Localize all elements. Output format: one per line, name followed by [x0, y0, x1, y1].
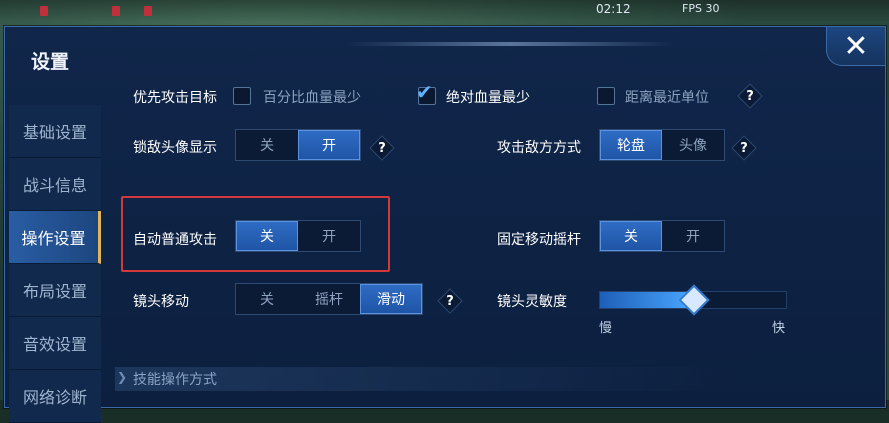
attack-mode-wheel[interactable]: 轮盘 — [600, 130, 662, 160]
camera-move-joystick[interactable]: 摇杆 — [298, 284, 360, 314]
help-icon[interactable]: ? — [740, 86, 760, 106]
camera-move-toggle: 关 摇杆 滑动 — [235, 283, 423, 315]
camera-move-off[interactable]: 关 — [236, 284, 298, 314]
help-icon[interactable]: ? — [734, 138, 754, 158]
sidebar-item-sound[interactable]: 音效设置 — [9, 317, 101, 370]
checkbox-nearest[interactable] — [597, 87, 615, 105]
hud-fps: FPS 30 — [682, 2, 720, 15]
sidebar-item-controls[interactable]: 操作设置 — [9, 211, 101, 264]
slider-thumb[interactable] — [678, 284, 710, 316]
slider-min-label: 慢 — [599, 321, 613, 336]
fixed-joystick-label: 固定移动摇杆 — [497, 232, 581, 248]
auto-attack-off[interactable]: 关 — [236, 221, 298, 251]
close-button[interactable]: ✕ — [826, 27, 885, 66]
settings-sidebar: 基础设置 战斗信息 操作设置 布局设置 音效设置 网络诊断 — [9, 105, 101, 423]
lock-avatar-on[interactable]: 开 — [298, 130, 360, 160]
hud-clock: 02:12 — [596, 2, 631, 16]
sidebar-item-basic[interactable]: 基础设置 — [9, 105, 101, 158]
camera-move-swipe[interactable]: 滑动 — [360, 284, 422, 314]
hud-health-icon — [144, 6, 152, 16]
camera-move-label: 镜头移动 — [133, 294, 189, 310]
fixed-joystick-toggle: 关 开 — [599, 220, 725, 252]
auto-attack-on[interactable]: 开 — [298, 221, 360, 251]
sidebar-item-combat-info[interactable]: 战斗信息 — [9, 158, 101, 211]
lock-avatar-label: 锁敌头像显示 — [133, 140, 217, 156]
attack-mode-label: 攻击敌方方式 — [497, 140, 581, 156]
chevron-right-icon: ❯ — [117, 370, 128, 384]
check-icon: ✔ — [416, 80, 433, 104]
settings-panel: 设置 ✕ 基础设置 战斗信息 操作设置 布局设置 音效设置 网络诊断 优先攻击目… — [4, 26, 886, 423]
close-icon: ✕ — [843, 28, 869, 64]
priority-target-label: 优先攻击目标 — [133, 90, 217, 106]
camera-sensitivity-label: 镜头灵敏度 — [497, 294, 567, 310]
attack-mode-avatar[interactable]: 头像 — [662, 130, 724, 160]
settings-content: 优先攻击目标 百分比血量最少 ✔ 绝对血量最少 距离最近单位 ? 锁敌头像显示 … — [103, 79, 885, 407]
sidebar-item-layout[interactable]: 布局设置 — [9, 264, 101, 317]
option-percent-hp-label: 百分比血量最少 — [263, 90, 361, 106]
skill-section-header[interactable]: ❯ 技能操作方式 — [115, 367, 733, 391]
panel-top-ornament — [345, 42, 675, 46]
option-absolute-hp-label: 绝对血量最少 — [446, 90, 530, 106]
fixed-joystick-on[interactable]: 开 — [662, 221, 724, 251]
hud-top-bar: 02:12 FPS 30 — [0, 0, 889, 22]
option-nearest-label: 距离最近单位 — [625, 90, 709, 106]
skill-section-title: 技能操作方式 — [133, 372, 217, 388]
auto-attack-label: 自动普通攻击 — [133, 232, 217, 248]
auto-attack-toggle: 关 开 — [235, 220, 361, 252]
help-icon[interactable]: ? — [440, 291, 460, 311]
panel-title: 设置 — [31, 51, 70, 73]
checkbox-percent-hp[interactable] — [233, 87, 251, 105]
lock-avatar-toggle: 关 开 — [235, 129, 361, 161]
lock-avatar-off[interactable]: 关 — [236, 130, 298, 160]
attack-mode-toggle: 轮盘 头像 — [599, 129, 725, 161]
fixed-joystick-off[interactable]: 关 — [600, 221, 662, 251]
hud-health-icon — [40, 6, 48, 16]
slider-max-label: 快 — [772, 321, 786, 336]
sidebar-item-network[interactable]: 网络诊断 — [9, 370, 101, 423]
hud-health-icon — [112, 6, 120, 16]
help-icon[interactable]: ? — [372, 138, 392, 158]
